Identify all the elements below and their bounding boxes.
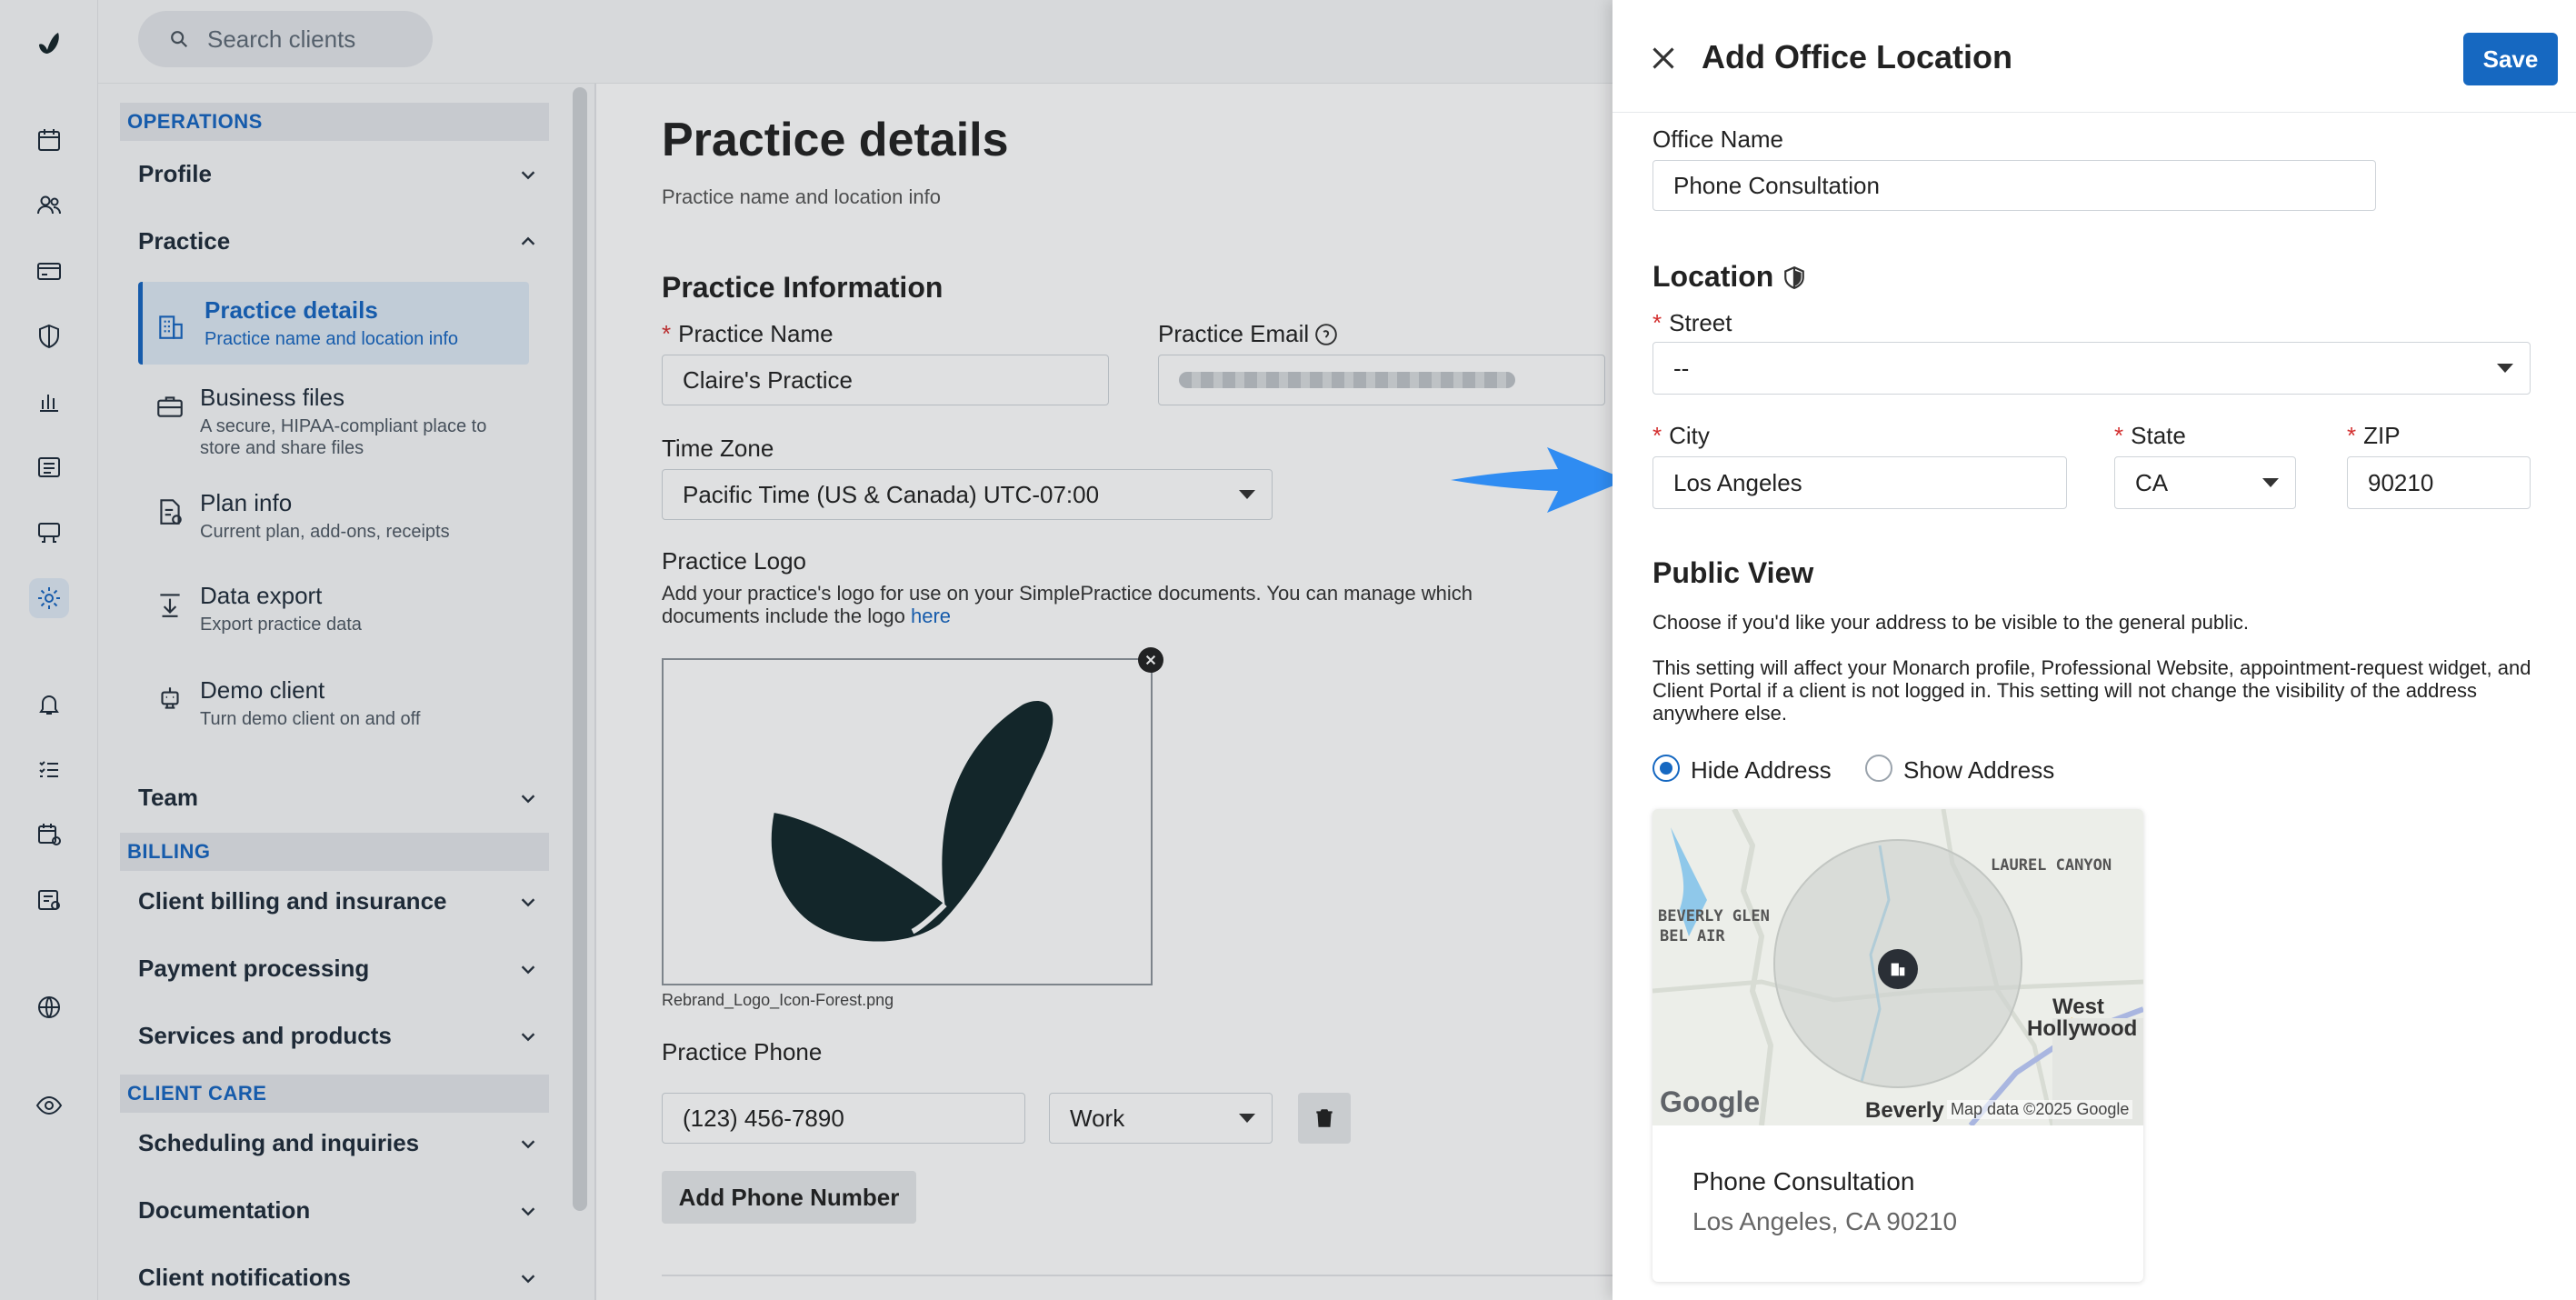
- street-label: * Street: [1652, 309, 1732, 336]
- city-input[interactable]: Los Angeles: [1652, 456, 2067, 509]
- google-logo: Google: [1660, 1085, 1761, 1118]
- zip-label: * ZIP: [2347, 422, 2401, 449]
- card-address: Los Angeles, CA 90210: [1692, 1207, 1958, 1235]
- office-name-input[interactable]: Phone Consultation: [1652, 160, 2376, 211]
- close-icon[interactable]: [1651, 45, 1676, 71]
- pointer-arrow-icon: [1451, 447, 1627, 513]
- public-view-help-2: This setting will affect your Monarch pr…: [1652, 656, 2531, 725]
- zip-input[interactable]: 90210: [2347, 456, 2531, 509]
- map-attribution[interactable]: Map data ©2025 Google: [1947, 1100, 2133, 1119]
- map-label-laurel-canyon: LAUREL CANYON: [1991, 856, 2112, 875]
- card-office-name: Phone Consultation: [1692, 1167, 1915, 1195]
- map-label-beverly: Beverly: [1865, 1098, 1944, 1123]
- add-office-location-drawer: Add Office Location Save Office Name Pho…: [1612, 0, 2576, 1300]
- map-label-hollywood: Hollywood: [2027, 1016, 2138, 1041]
- map-label-beverly-glen: BEVERLY GLEN: [1658, 907, 1770, 925]
- drawer-header: Add Office Location Save: [1612, 0, 2576, 113]
- save-button[interactable]: Save: [2463, 33, 2558, 85]
- street-select[interactable]: --: [1652, 342, 2531, 395]
- hide-address-radio[interactable]: [1652, 755, 1680, 782]
- show-address-label[interactable]: Show Address: [1903, 756, 2054, 785]
- modal-overlay[interactable]: [0, 0, 1612, 1300]
- map[interactable]: LAUREL CANYON BEVERLY GLEN BEL AIR West …: [1652, 809, 2143, 1127]
- privacy-shield-icon: [1784, 265, 1805, 289]
- office-name-label: Office Name: [1652, 125, 1784, 153]
- drawer-title: Add Office Location: [1702, 38, 2012, 75]
- chevron-down-icon: [2262, 478, 2279, 487]
- state-label: * State: [2114, 422, 2186, 449]
- office-building-icon: [1878, 949, 1918, 989]
- map-label-bel-air: BEL AIR: [1660, 927, 1725, 945]
- city-label: * City: [1652, 422, 1710, 449]
- state-select[interactable]: CA: [2114, 456, 2296, 509]
- public-view-title: Public View: [1652, 556, 1814, 589]
- chevron-down-icon: [2497, 364, 2513, 373]
- show-address-radio[interactable]: [1865, 755, 1892, 782]
- location-preview-card: LAUREL CANYON BEVERLY GLEN BEL AIR West …: [1652, 809, 2143, 1282]
- public-view-help-1: Choose if you'd like your address to be …: [1652, 611, 2250, 634]
- location-title: Location: [1652, 260, 1806, 294]
- hide-address-label[interactable]: Hide Address: [1691, 756, 1832, 785]
